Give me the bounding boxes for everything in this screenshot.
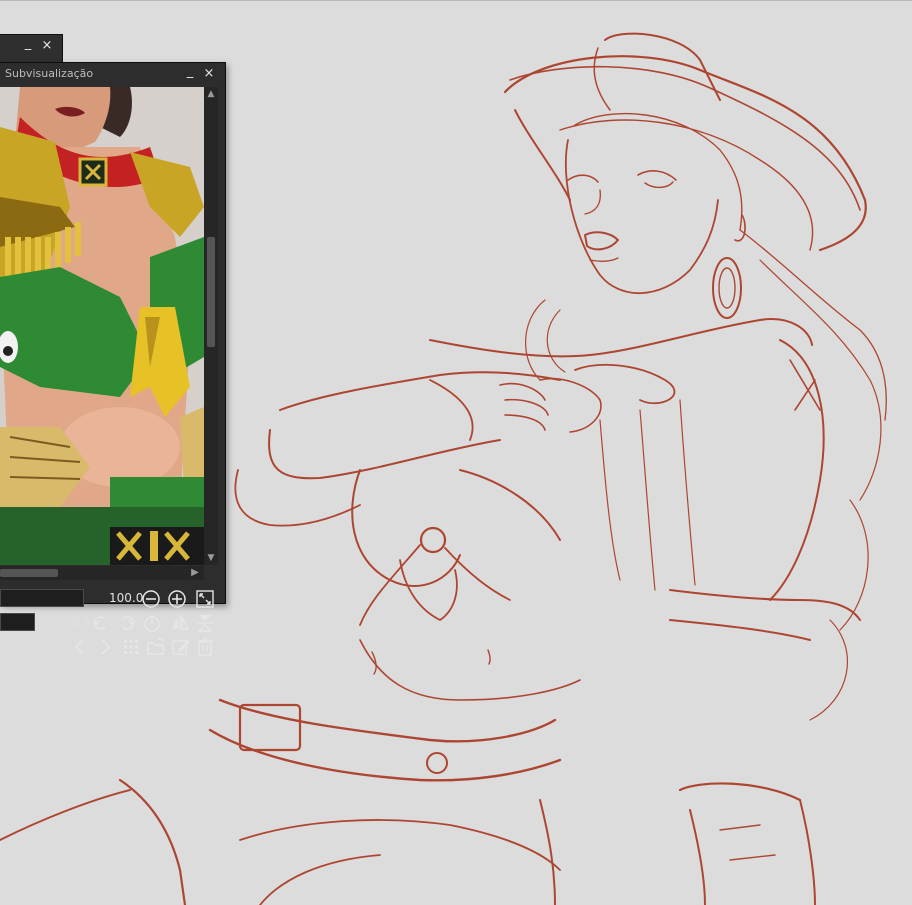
next-image-icon[interactable] bbox=[95, 637, 115, 657]
grid-icon[interactable] bbox=[121, 637, 141, 657]
subview-close-button[interactable]: × bbox=[202, 67, 216, 81]
flip-horizontal-icon[interactable] bbox=[170, 613, 190, 633]
rotation-value[interactable]: 0.0 bbox=[72, 615, 91, 629]
previous-image-icon[interactable] bbox=[70, 637, 90, 657]
flip-vertical-icon[interactable] bbox=[195, 613, 215, 633]
open-folder-icon[interactable] bbox=[146, 637, 166, 657]
preview-horizontal-scrollbar[interactable] bbox=[0, 566, 204, 580]
subview-title: Subvisualização bbox=[5, 67, 94, 80]
rotate-right-icon[interactable] bbox=[117, 613, 137, 633]
zoom-value[interactable]: 100.0 bbox=[109, 591, 143, 605]
rotate-left-icon[interactable] bbox=[91, 613, 111, 633]
rotation-slider[interactable] bbox=[0, 613, 35, 631]
vertical-scroll-thumb[interactable] bbox=[207, 237, 215, 347]
back-panel-minimize-button[interactable]: _ bbox=[21, 37, 35, 51]
scroll-down-icon[interactable]: ▼ bbox=[204, 553, 218, 563]
fit-window-icon[interactable] bbox=[195, 589, 215, 609]
zoom-slider[interactable] bbox=[0, 589, 84, 607]
zoom-in-icon[interactable] bbox=[167, 589, 187, 609]
reset-rotation-icon[interactable] bbox=[142, 613, 162, 633]
zoom-out-icon[interactable] bbox=[141, 589, 161, 609]
scroll-right-icon[interactable]: ▶ bbox=[188, 567, 202, 578]
back-panel-close-button[interactable]: × bbox=[40, 39, 54, 53]
horizontal-scroll-thumb[interactable] bbox=[0, 569, 58, 577]
trash-icon[interactable] bbox=[195, 637, 215, 657]
subview-minimize-button[interactable]: _ bbox=[183, 65, 197, 79]
preview-vertical-scrollbar[interactable]: ▲ ▼ bbox=[204, 87, 218, 565]
subview-panel: Subvisualização _ × ▲ ▼ ▶ 100.0 0.0 bbox=[0, 62, 226, 656]
reference-illustration bbox=[0, 87, 204, 565]
edit-icon[interactable] bbox=[171, 637, 191, 657]
scroll-up-icon[interactable]: ▲ bbox=[204, 89, 218, 99]
reference-image[interactable] bbox=[0, 87, 204, 565]
